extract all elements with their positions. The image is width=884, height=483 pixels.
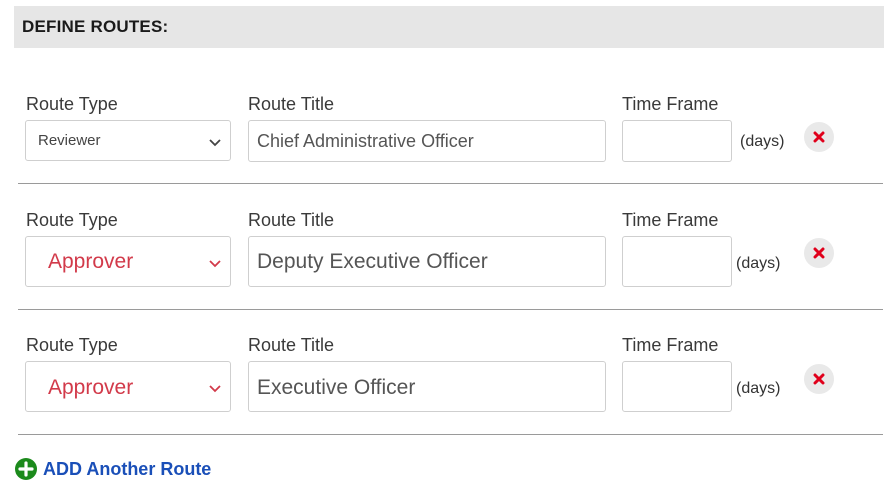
days-label: (days) [736, 380, 781, 397]
route-type-label: Route Type [26, 94, 118, 114]
route-title-value: Executive Officer [257, 376, 416, 399]
route-title-input[interactable]: Chief Administrative Officer [248, 120, 606, 162]
close-icon [813, 131, 825, 143]
route-title-input[interactable]: Deputy Executive Officer [248, 236, 606, 287]
route-title-label: Route Title [248, 210, 335, 230]
remove-route-button[interactable] [804, 364, 834, 394]
route-type-label: Route Type [26, 210, 118, 230]
chevron-down-icon [209, 139, 221, 147]
route-type-value: Approver [48, 376, 134, 399]
time-frame-input[interactable] [622, 361, 732, 412]
remove-route-button[interactable] [804, 238, 834, 268]
time-frame-label: Time Frame [622, 94, 719, 114]
chevron-down-icon [209, 260, 221, 268]
route-type-select[interactable]: Reviewer [25, 120, 231, 161]
route-title-label: Route Title [248, 335, 335, 355]
plus-circle-icon [15, 458, 37, 480]
route-type-label: Route Type [26, 335, 118, 355]
route-type-select[interactable]: Approver [25, 236, 231, 287]
days-label: (days) [740, 133, 785, 150]
chevron-down-icon [209, 385, 221, 393]
route-title-label: Route Title [248, 94, 335, 114]
route-divider [18, 434, 883, 435]
close-icon [813, 373, 825, 385]
route-title-value: Chief Administrative Officer [257, 131, 474, 151]
route-title-value: Deputy Executive Officer [257, 250, 488, 273]
time-frame-input[interactable] [622, 120, 732, 162]
route-divider [18, 309, 883, 310]
remove-route-button[interactable] [804, 122, 834, 152]
days-label: (days) [736, 255, 781, 272]
section-title: DEFINE ROUTES: [22, 17, 169, 36]
route-type-value: Approver [48, 250, 134, 273]
time-frame-label: Time Frame [622, 335, 719, 355]
add-another-route-label: ADD Another Route [43, 459, 212, 479]
time-frame-input[interactable] [622, 236, 732, 287]
route-title-input[interactable]: Executive Officer [248, 361, 606, 412]
section-header: DEFINE ROUTES: [14, 6, 884, 48]
route-type-value: Reviewer [38, 132, 101, 149]
route-divider [18, 183, 883, 184]
route-type-select[interactable]: Approver [25, 361, 231, 412]
time-frame-label: Time Frame [622, 210, 719, 230]
close-icon [813, 247, 825, 259]
